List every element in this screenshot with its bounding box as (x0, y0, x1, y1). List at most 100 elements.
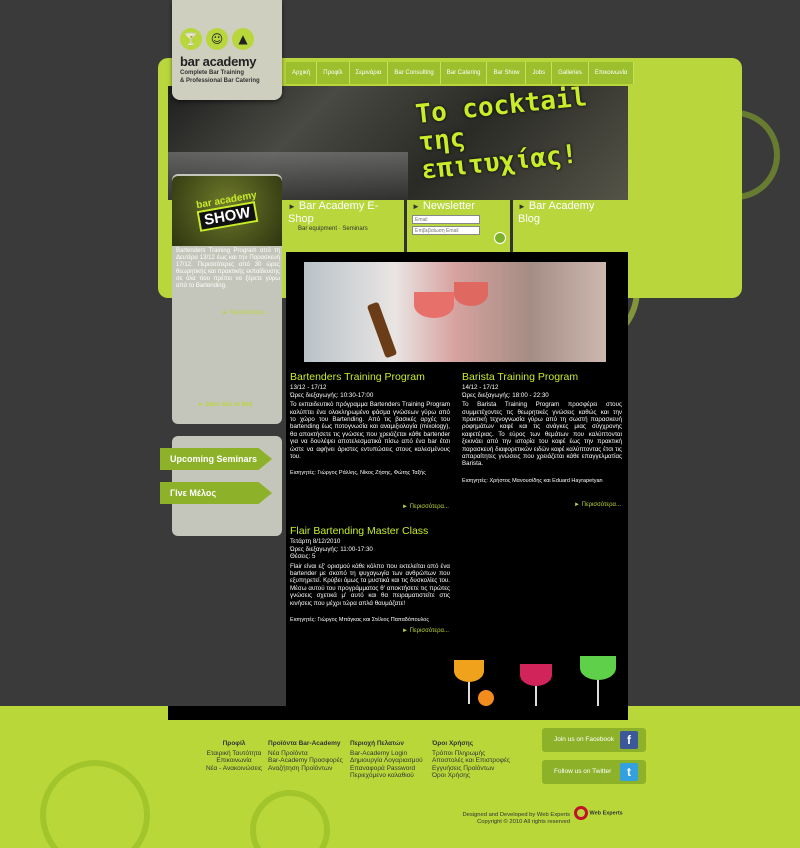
article-time: Ώρες διεξαγωγής: 11:00-17:30 (290, 545, 373, 553)
divider (404, 200, 407, 252)
twitter-icon: t (620, 763, 638, 781)
article-dates: 13/12 - 17/12 (290, 384, 327, 392)
content-bottom-edge (168, 706, 628, 720)
article-tutors: Εισηγητές: Γιώργος Ράλλης, Νίκος Ζήσης, … (290, 470, 426, 477)
newsletter-submit-button[interactable] (494, 232, 506, 244)
web-experts-logo[interactable]: Web Experts (574, 806, 630, 830)
footer-link[interactable]: Επικοινωνία (204, 757, 264, 765)
glass-stem (468, 682, 470, 704)
footer-link[interactable]: Bar-Academy Login (350, 750, 423, 758)
cocktail-icon: 🍸 (180, 28, 202, 50)
banner-slogan: Το cocktail της επιτυχίας! (414, 86, 589, 186)
footer-link[interactable]: Νέα - Ανακοινώσεις (204, 765, 264, 773)
footer-link[interactable]: Τρόποι Πληρωμής (432, 750, 510, 758)
facebook-button[interactable]: Join us on Facebook f (542, 728, 646, 752)
footer-col-title: Περιοχή Πελατών (350, 740, 404, 747)
footer-link[interactable]: Όροι Χρήσης (432, 772, 510, 780)
eshop-subtitle: Bar equipment · Seminars (298, 226, 368, 232)
footer-link[interactable]: Δημιουργία Λογαριασμού (350, 757, 423, 765)
article-flair: Flair Bartending Master Class Τετάρτη 8/… (290, 525, 450, 624)
web-experts-label: Web Experts (589, 810, 623, 817)
become-member-button[interactable]: Γίνε Μέλος (160, 482, 272, 504)
article-title[interactable]: Bartenders Training Program (290, 371, 450, 382)
article-body: Το εκπαιδευτικό πρόγραμμα Bartenders Tra… (290, 401, 450, 461)
glass-shape (414, 292, 454, 318)
divider (510, 200, 513, 252)
nav-item-jobs[interactable]: Jobs (526, 62, 553, 84)
logo-subtitle: Complete Bar Training (180, 70, 245, 76)
article-body: Το Barista Training Program προσφέρει στ… (462, 401, 622, 468)
credit-line: Designed and Developed by Web Experts (462, 812, 570, 818)
orange-slice (478, 690, 494, 706)
blog-box[interactable]: Bar Academy Blog (518, 200, 626, 252)
article-tutors: Εισηγητές: Γιώργος Μπάγκας και Στέλιος Π… (290, 617, 430, 624)
newsletter-title: Newsletter (412, 200, 508, 213)
nav-item-seminars[interactable]: Σεμινάρια (349, 62, 389, 84)
article-time: Ώρες διεξαγωγής: 18:00 - 22:30 (462, 391, 549, 399)
logo[interactable]: 🍸 ☺ ▲ bar academy Complete Bar Training … (172, 0, 282, 100)
article-dates: 14/12 - 17/12 (462, 384, 499, 392)
footer-link[interactable]: Αποστολές και Επιστροφές (432, 757, 510, 765)
footer-link[interactable]: Αναζήτηση Προϊόντων (268, 765, 343, 773)
facebook-icon: f (620, 731, 638, 749)
see-all-news-link[interactable]: Δείτε όλα τα Νέα (198, 402, 252, 408)
article-seats: Θέσεις: 5 (290, 553, 316, 561)
confirm-email-field[interactable] (412, 226, 480, 235)
twitter-label: Follow us on Twitter (554, 768, 612, 775)
footer-col-customers: Περιοχή Πελατών Bar-Academy Login Δημιου… (350, 740, 423, 780)
footer-link[interactable]: Εγγυήσεις Προϊόντων (432, 765, 510, 773)
bar-academy-show-banner[interactable]: bar academy SHOW (172, 176, 282, 246)
glass-shape (454, 282, 488, 306)
footer-link[interactable]: Περιεχόμενο καλαθιού (350, 772, 423, 780)
logo-title: bar academy (180, 54, 257, 69)
article-body: Flair είναι εξ' ορισμού κάθε κόλπο που ε… (290, 562, 450, 607)
footer-col-title: Προφίλ (222, 740, 246, 747)
article-more-link[interactable]: Περισσότερα... (402, 504, 449, 510)
article-more-link[interactable]: Περισσότερα... (402, 628, 449, 634)
footer-link[interactable]: Εταιρική Ταυτότητα (204, 750, 264, 758)
hat-icon: ▲ (232, 28, 254, 50)
eshop-box[interactable]: Bar Academy E-Shop Bar equipment · Semin… (288, 200, 402, 252)
footer-col-profile: Προφίλ Εταιρική Ταυτότητα Επικοινωνία Νέ… (204, 740, 264, 772)
show-more-link[interactable]: Περισσότερα... (222, 310, 269, 316)
article-title[interactable]: Barista Training Program (462, 371, 622, 382)
glass-shape (454, 660, 484, 682)
glass-stem (597, 680, 599, 706)
article-tutors: Εισηγητές: Χρήστος Μανουσίδης και Eduard… (462, 477, 603, 484)
article-time: Ώρες διεξαγωγής: 10:30-17:00 (290, 391, 374, 399)
nav-item-home[interactable]: Αρχική (286, 62, 318, 84)
show-news-text: Bartenders Training Program από τη Δευτέ… (176, 248, 280, 289)
main-nav: Αρχική Προφίλ Σεμινάρια Bar Consulting B… (286, 62, 635, 84)
web-experts-icon (574, 806, 588, 820)
facebook-label: Join us on Facebook (554, 736, 614, 743)
cocktails-photo (304, 262, 606, 362)
newsletter-box: Newsletter (412, 200, 508, 252)
credits: Designed and Developed by Web Experts Co… (430, 812, 570, 826)
blog-title: Bar Academy Blog (518, 200, 618, 225)
twitter-button[interactable]: Follow us on Twitter t (542, 760, 646, 784)
nav-item-contact[interactable]: Επικοινωνία (588, 62, 635, 84)
bartender-icon: ☺ (206, 28, 228, 50)
glass-shape (580, 656, 616, 680)
footer-col-title: Προϊόντα Bar-Academy (268, 740, 341, 747)
eshop-title: Bar Academy E-Shop (288, 200, 402, 225)
nav-item-profile[interactable]: Προφίλ (317, 62, 350, 84)
article-dates: Τετάρτη 8/12/2010 (290, 538, 341, 546)
footer-col-terms: Όροι Χρήσης Τρόποι Πληρωμής Αποστολές κα… (432, 740, 510, 780)
nav-item-catering[interactable]: Bar Catering (440, 62, 488, 84)
logo-subtitle: & Professional Bar Catering (180, 78, 260, 84)
article-barista: Barista Training Program 14/12 - 17/12 Ώ… (462, 371, 622, 485)
nav-item-show[interactable]: Bar Show (487, 62, 527, 84)
glass-shape (520, 664, 552, 686)
nav-item-consulting[interactable]: Bar Consulting (388, 62, 441, 84)
credit-line: Copyright © 2010 All rights reserved (477, 819, 570, 825)
footer-link[interactable]: Επαναφορά Password (350, 765, 423, 773)
article-more-link[interactable]: Περισσότερα... (574, 502, 621, 508)
article-bartenders: Bartenders Training Program 13/12 - 17/1… (290, 371, 450, 478)
email-field[interactable] (412, 215, 480, 224)
nav-item-galleries[interactable]: Galleries (552, 62, 589, 84)
article-title[interactable]: Flair Bartending Master Class (290, 525, 450, 536)
footer-link[interactable]: Νέα Προϊόντα (268, 750, 343, 758)
upcoming-seminars-button[interactable]: Upcoming Seminars (160, 448, 272, 470)
footer-link[interactable]: Bar-Academy Προσφορές (268, 757, 343, 765)
